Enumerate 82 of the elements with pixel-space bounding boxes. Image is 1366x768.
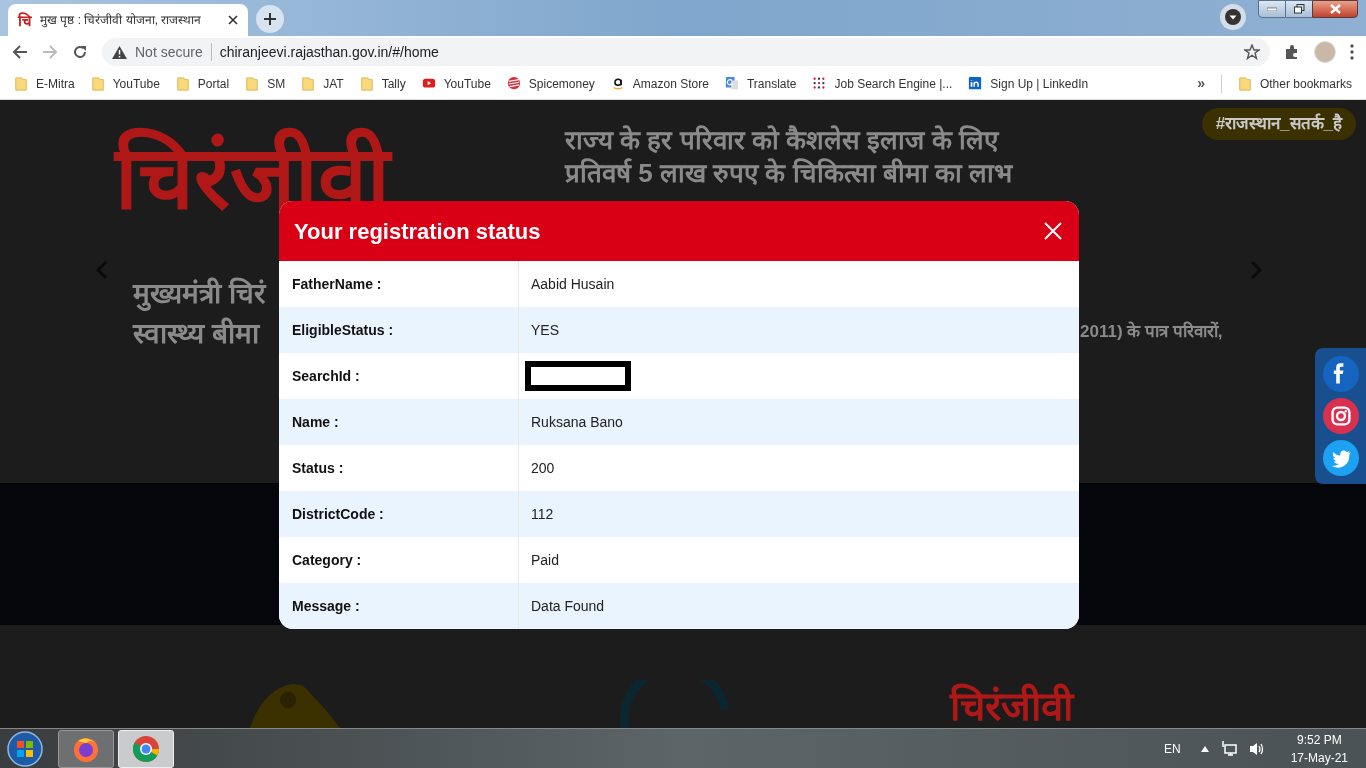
- field-value: Data Found: [531, 596, 605, 616]
- linkedin-icon: [968, 76, 983, 91]
- folder-icon: [175, 76, 190, 91]
- headline-text: राज्य के हर परिवार को कैशलेस इलाज के लिए: [565, 124, 998, 157]
- field-label: Category :: [292, 550, 362, 570]
- menu-icon[interactable]: [1350, 44, 1354, 60]
- intro-text: स्वास्थ्य बीमा: [133, 316, 259, 351]
- field-label: FatherName :: [292, 274, 382, 294]
- chrome-icon: [132, 734, 160, 763]
- field-label: Name :: [292, 412, 339, 432]
- site-favicon: चि: [18, 12, 32, 28]
- headline-text: प्रतिवर्ष 5 लाख रुपए के चिकित्सा बीमा का लाभ: [565, 156, 1013, 189]
- intro-text: 2011) के पात्र परिवारों,: [1080, 320, 1223, 343]
- reload-icon[interactable]: [72, 44, 88, 60]
- caret-icon: [1225, 9, 1241, 25]
- start-orb-icon[interactable]: [6, 729, 44, 768]
- bookmark-item[interactable]: Translate: [724, 74, 797, 93]
- bookmark-item[interactable]: YouTube: [421, 74, 491, 93]
- language-indicator[interactable]: EN: [1163, 739, 1181, 758]
- overflow-chevron[interactable]: »: [1197, 73, 1205, 94]
- new-tab-button[interactable]: [256, 5, 284, 33]
- field-label: SearchId :: [292, 366, 360, 386]
- hashtag-badge: #राजस्थान_सतर्क_है: [1201, 108, 1356, 140]
- field-value: 200: [531, 458, 555, 478]
- field-value: Ruksana Bano: [531, 412, 623, 432]
- taskbar-button[interactable]: [58, 729, 114, 768]
- folder-icon: [14, 76, 28, 91]
- translate-icon: [724, 76, 739, 91]
- field-value: 112: [531, 504, 554, 524]
- back-icon[interactable]: [12, 44, 28, 60]
- tab-search-button[interactable]: [1220, 4, 1246, 30]
- folder-icon: [301, 76, 316, 91]
- bookmark-item[interactable]: Other bookmarks: [1237, 74, 1352, 93]
- tab-title: मुख पृष्ठ : चिरंजीवी योजना, राजस्थान: [40, 12, 203, 29]
- field-label: DistrictCode :: [292, 504, 384, 524]
- clock-time[interactable]: 9:52 PM: [1296, 730, 1342, 749]
- caret-up-icon[interactable]: [1200, 745, 1209, 752]
- security-label: Not secure: [135, 42, 203, 62]
- bookmark-item[interactable]: Tally: [359, 74, 406, 93]
- folder-icon: [90, 76, 105, 91]
- restore-icon: [1293, 4, 1305, 14]
- dot-grid-icon: [812, 76, 827, 91]
- bird-icon[interactable]: [1322, 440, 1359, 476]
- restore-button[interactable]: [1286, 0, 1312, 18]
- facebook-icon[interactable]: [1322, 356, 1359, 392]
- folder-icon: [359, 76, 374, 91]
- bookmark-item[interactable]: SM: [245, 74, 286, 93]
- field-label: EligibleStatus :: [292, 320, 394, 340]
- bookmark-item[interactable]: Portal: [175, 74, 230, 93]
- url-text: chiranjeevi.rajasthan.gov.in/#/home: [219, 42, 440, 62]
- volume-icon[interactable]: [1248, 740, 1265, 757]
- close-icon[interactable]: [228, 15, 238, 25]
- field-value: Aabid Husain: [531, 274, 615, 294]
- folder-icon: [1237, 76, 1252, 91]
- network-icon[interactable]: [1220, 740, 1237, 757]
- field-label: Status :: [292, 458, 344, 478]
- field-value: Paid: [531, 550, 560, 570]
- play-icon: [421, 76, 436, 91]
- bookmark-item[interactable]: Job Search Engine |...: [812, 74, 953, 93]
- plus-icon: [264, 13, 276, 25]
- bookmark-item[interactable]: JAT: [301, 74, 344, 93]
- address-bar[interactable]: Not secure chiranjeevi.rajasthan.gov.in/#/home: [102, 38, 1270, 66]
- browser-tab[interactable]: चि मुख पृष्ठ : चिरंजीवी योजना, राजस्थान: [8, 4, 248, 36]
- star-icon[interactable]: [1244, 44, 1260, 60]
- bookmark-item[interactable]: Sign Up | LinkedIn: [968, 74, 1089, 93]
- window-close-button[interactable]: [1312, 0, 1358, 18]
- field-label: Message :: [292, 596, 360, 616]
- minimize-button[interactable]: [1258, 0, 1286, 18]
- bookmark-item[interactable]: Amazon Store: [610, 74, 709, 93]
- close-icon: [1329, 4, 1341, 14]
- folder-icon: [245, 76, 260, 91]
- field-value: YES: [531, 320, 559, 340]
- bookmark-item[interactable]: Spicemoney: [506, 74, 595, 93]
- warning-icon: [112, 45, 127, 59]
- instagram-icon[interactable]: [1322, 398, 1359, 434]
- clock-date[interactable]: 17-May-21: [1290, 748, 1348, 767]
- puzzle-icon[interactable]: [1284, 44, 1300, 60]
- bookmark-item[interactable]: YouTube: [90, 74, 160, 93]
- minimize-icon: [1267, 7, 1277, 11]
- bookmark-item[interactable]: E-Mitra: [14, 74, 75, 93]
- striped-ball-icon: [506, 76, 521, 91]
- intro-text: मुख्यमंत्री चिरं: [133, 276, 265, 313]
